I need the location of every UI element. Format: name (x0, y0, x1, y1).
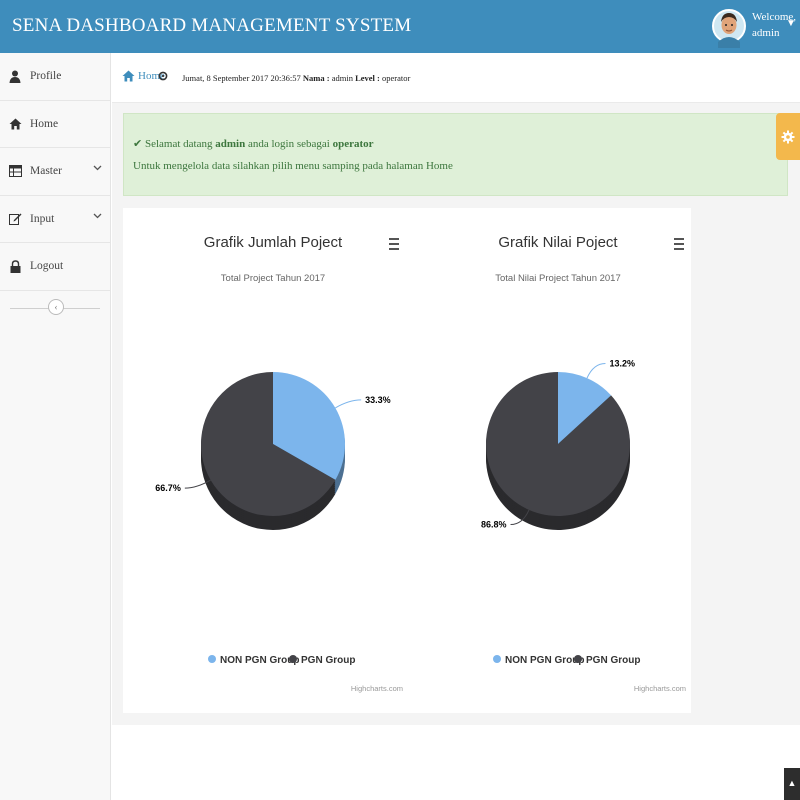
check-icon: ✔ (133, 138, 143, 150)
legend-label: NON PGN Group (505, 655, 584, 666)
sidebar-item-label: Home (30, 117, 59, 130)
sidebar-item-label: Input (30, 212, 55, 225)
chart-subtitle: Total Project Tahun 2017 (221, 273, 325, 284)
avatar (712, 9, 746, 48)
settings-toggle-button[interactable] (776, 113, 800, 160)
chart-credit-link[interactable]: Highcharts.com (351, 684, 403, 693)
data-label: 33.3% (365, 395, 391, 405)
data-label-connector (335, 399, 362, 409)
alert-greeting-middle: anda login sebagai (247, 138, 330, 150)
breadcrumb: Home Jumat, 8 September 2017 20:36:57 Na… (112, 53, 800, 103)
session-nama-value: admin (331, 73, 353, 83)
home-icon (122, 70, 135, 82)
data-label: 86.8% (481, 520, 507, 530)
sidebar-item-label: Logout (30, 260, 64, 273)
session-datetime: Jumat, 8 September 2017 20:36:57 (182, 73, 301, 83)
chevron-down-icon (93, 213, 102, 218)
legend-label: PGN Group (301, 655, 355, 666)
welcome-alert: ✔ Selamat datang admin anda login sebaga… (123, 113, 788, 196)
caret-down-icon: ▼ (786, 18, 796, 29)
sidebar-item-profile[interactable]: Profile (0, 53, 110, 101)
chevron-left-icon: ‹ (54, 301, 58, 312)
chart-subtitle: Total Nilai Project Tahun 2017 (495, 273, 621, 284)
alert-greeting-prefix: Selamat datang (144, 138, 213, 150)
data-label-connector (586, 362, 606, 379)
legend-item-non-pgn[interactable]: NON PGN Group (493, 655, 584, 666)
scroll-to-top-button[interactable]: ▲ (784, 768, 800, 800)
sidebar-item-logout[interactable]: Logout (0, 243, 110, 291)
hamburger-icon[interactable] (389, 238, 399, 250)
app-title: SENA DASHBOARD MANAGEMENT SYSTEM (12, 15, 412, 36)
chart-title: Grafik Nilai Poject (498, 234, 618, 251)
gear-icon[interactable] (158, 71, 168, 81)
alert-greeting: ✔ Selamat datang admin anda login sebaga… (133, 137, 374, 150)
hamburger-icon[interactable] (674, 238, 684, 250)
top-header: SENA DASHBOARD MANAGEMENT SYSTEM Welcome… (0, 0, 800, 53)
sidebar-collapse-button[interactable]: ‹ (48, 298, 64, 315)
chevron-down-icon (93, 165, 102, 171)
charts-svg: Grafik Jumlah Poject Total Project Tahun… (155, 234, 686, 693)
sidebar-item-input[interactable]: Input (0, 196, 110, 243)
session-info: Jumat, 8 September 2017 20:36:57 Nama : … (182, 73, 410, 83)
session-level-value: operator (382, 73, 411, 83)
data-label: 66.7% (155, 483, 181, 493)
lock-icon (8, 259, 22, 273)
gear-icon (781, 130, 795, 143)
chevron-up-icon: ▲ (787, 778, 797, 788)
user-menu[interactable]: Welcome, admin ▼ (712, 0, 800, 53)
alert-username: admin (215, 138, 246, 150)
session-nama-label: Nama : (302, 73, 330, 83)
legend-label: NON PGN Group (220, 655, 299, 666)
session-level-label: Level : (355, 73, 380, 83)
user-icon (8, 69, 22, 83)
alert-role: operator (332, 138, 374, 150)
chart-credit-link[interactable]: Highcharts.com (634, 684, 686, 693)
sidebar-item-label: Master (30, 165, 62, 178)
data-label: 13.2% (609, 358, 635, 368)
table-icon (8, 164, 22, 178)
chart-title: Grafik Jumlah Poject (204, 234, 343, 251)
sidebar: Profile Home Master Input Logout ‹ (0, 53, 111, 800)
home-icon (8, 117, 22, 131)
legend-label: PGN Group (586, 655, 640, 666)
legend-item-non-pgn[interactable]: NON PGN Group (208, 655, 299, 666)
edit-icon (8, 212, 22, 226)
charts-panel: Grafik Jumlah Poject Total Project Tahun… (123, 208, 691, 713)
sidebar-item-label: Profile (30, 70, 62, 83)
alert-instruction: Untuk mengelola data silahkan pilih menu… (133, 160, 453, 172)
sidebar-item-master[interactable]: Master (0, 148, 110, 196)
sidebar-collapse-row: ‹ (0, 291, 110, 325)
sidebar-item-home[interactable]: Home (0, 101, 110, 148)
